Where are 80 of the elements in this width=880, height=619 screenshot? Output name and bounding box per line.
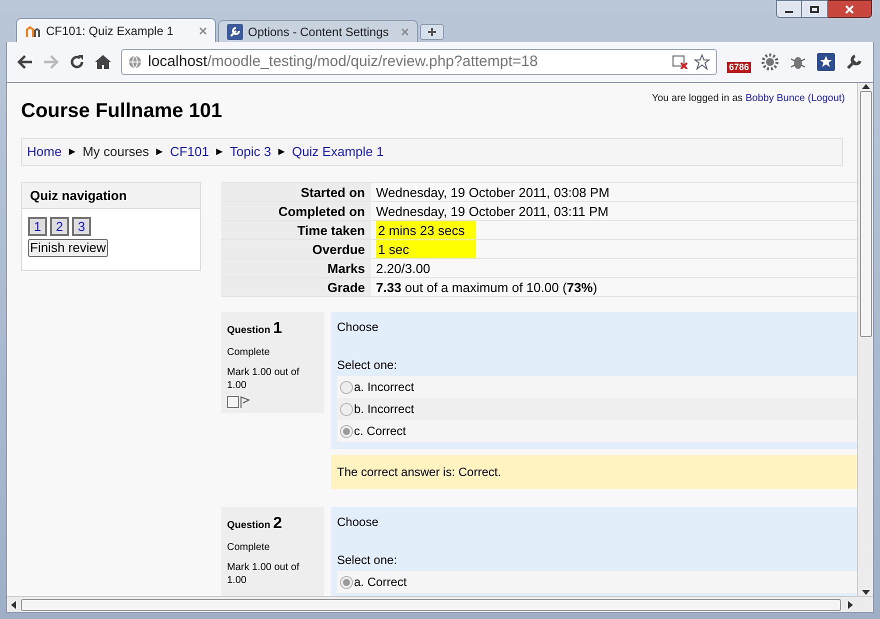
home-icon[interactable] — [95, 54, 111, 70]
summary-value: 2.20/3.00 — [376, 260, 430, 277]
course-title: Course Fullname 101 — [21, 99, 222, 124]
feedback-box: The correct answer is: Correct. — [331, 455, 857, 489]
summary-label: Overdue — [221, 240, 371, 258]
browser-tab[interactable]: Options - Content Settings — [218, 20, 418, 42]
breadcrumb-link[interactable]: CF101 — [170, 142, 209, 162]
summary-value: 7.33 out of a maximum of 10.00 (73%) — [376, 279, 598, 296]
scroll-thumb[interactable] — [860, 91, 872, 337]
close-icon — [845, 4, 854, 14]
address-bar[interactable]: localhost/moodle_testing/mod/quiz/review.php?attempt=18 — [121, 49, 717, 75]
horizontal-scrollbar[interactable] — [7, 596, 873, 612]
option-label: a. Incorrect — [354, 379, 414, 396]
summary-label: Time taken — [221, 221, 371, 239]
url-text: localhost/moodle_testing/mod/quiz/review.php?attempt=18 — [148, 52, 539, 72]
logout-link[interactable]: (Logout) — [808, 93, 845, 104]
question-mark: Mark 1.00 out of 1.00 — [227, 366, 300, 392]
radio-button[interactable] — [340, 380, 353, 394]
back-arrow-icon[interactable] — [17, 55, 33, 69]
radio-button[interactable] — [340, 402, 353, 416]
star-icon[interactable] — [694, 54, 710, 70]
breadcrumb-link[interactable]: Quiz Example 1 — [292, 142, 384, 162]
close-window-button[interactable] — [828, 0, 872, 18]
browser-tab[interactable]: CF101: Quiz Example 1 — [16, 18, 216, 42]
summary-label: Started on — [221, 183, 371, 201]
option-label: b. Incorrect — [354, 401, 414, 418]
question-text: Choose — [337, 319, 380, 336]
summary-label: Completed on — [221, 202, 371, 220]
close-icon[interactable] — [199, 26, 207, 34]
extension-badge[interactable]: 6786 — [726, 62, 751, 72]
login-info: You are logged in as Bobby Bunce (Logout) — [652, 92, 845, 106]
question-heading: Question 1 — [227, 319, 284, 339]
question-mark: Mark 1.00 out of 1.00 — [227, 561, 300, 587]
separator-icon: ► — [214, 144, 225, 160]
select-prompt: Select one: — [337, 357, 398, 374]
user-link[interactable]: Bobby Bunce — [745, 93, 805, 104]
page-link[interactable]: 3 — [72, 217, 91, 236]
radio-button[interactable] — [340, 424, 353, 438]
plus-icon — [428, 28, 436, 36]
scroll-down-arrow-icon[interactable] — [862, 588, 870, 596]
vertical-scrollbar[interactable] — [857, 83, 873, 596]
radio-button[interactable] — [340, 576, 353, 588]
page-link[interactable]: 1 — [28, 217, 47, 236]
flag-icon[interactable] — [240, 396, 250, 408]
summary-value: Wednesday, 19 October 2011, 03:08 PM — [376, 184, 610, 201]
summary-label: Marks — [221, 259, 371, 277]
select-prompt: Select one: — [337, 552, 398, 569]
checkbox[interactable] — [227, 396, 239, 408]
option-label: a. Correct — [354, 574, 407, 591]
page-link[interactable]: 2 — [50, 217, 69, 236]
finish-review-button[interactable]: Finish review — [28, 238, 108, 256]
panel-title: Quiz navigation — [22, 183, 200, 209]
new-tab-button[interactable] — [420, 24, 444, 40]
moodle-logo-icon — [25, 24, 41, 38]
summary-label: Grade — [221, 278, 371, 296]
question-heading: Question 2 — [227, 514, 284, 534]
question-text: Choose — [337, 514, 380, 531]
summary-value: 1 sec — [376, 240, 476, 258]
option-label: c. Correct — [354, 423, 406, 440]
summary-value: 2 mins 23 secs — [376, 221, 476, 239]
globe-icon — [128, 55, 142, 69]
maximize-button[interactable] — [802, 0, 828, 18]
scroll-left-arrow-icon[interactable] — [10, 600, 18, 608]
minimize-button[interactable] — [776, 0, 802, 18]
scroll-thumb[interactable] — [21, 598, 841, 610]
question-state: Complete — [227, 541, 271, 555]
separator-icon: ► — [276, 144, 287, 160]
blocked-page-icon[interactable] — [672, 55, 688, 69]
breadcrumb-link[interactable]: Home — [27, 142, 62, 162]
question-state: Complete — [227, 346, 271, 360]
wrench-icon[interactable] — [845, 53, 863, 71]
scroll-right-arrow-icon[interactable] — [846, 600, 854, 608]
separator-icon: ► — [66, 144, 78, 160]
summary-value: Wednesday, 19 October 2011, 03:11 PM — [376, 203, 608, 220]
separator-icon: ► — [154, 144, 165, 160]
breadcrumb-text: My courses — [82, 143, 150, 162]
breadcrumb-link[interactable]: Topic 3 — [230, 142, 272, 162]
reload-icon[interactable] — [69, 54, 85, 70]
scroll-up-arrow-icon[interactable] — [862, 83, 870, 91]
wrench-icon — [227, 24, 243, 40]
